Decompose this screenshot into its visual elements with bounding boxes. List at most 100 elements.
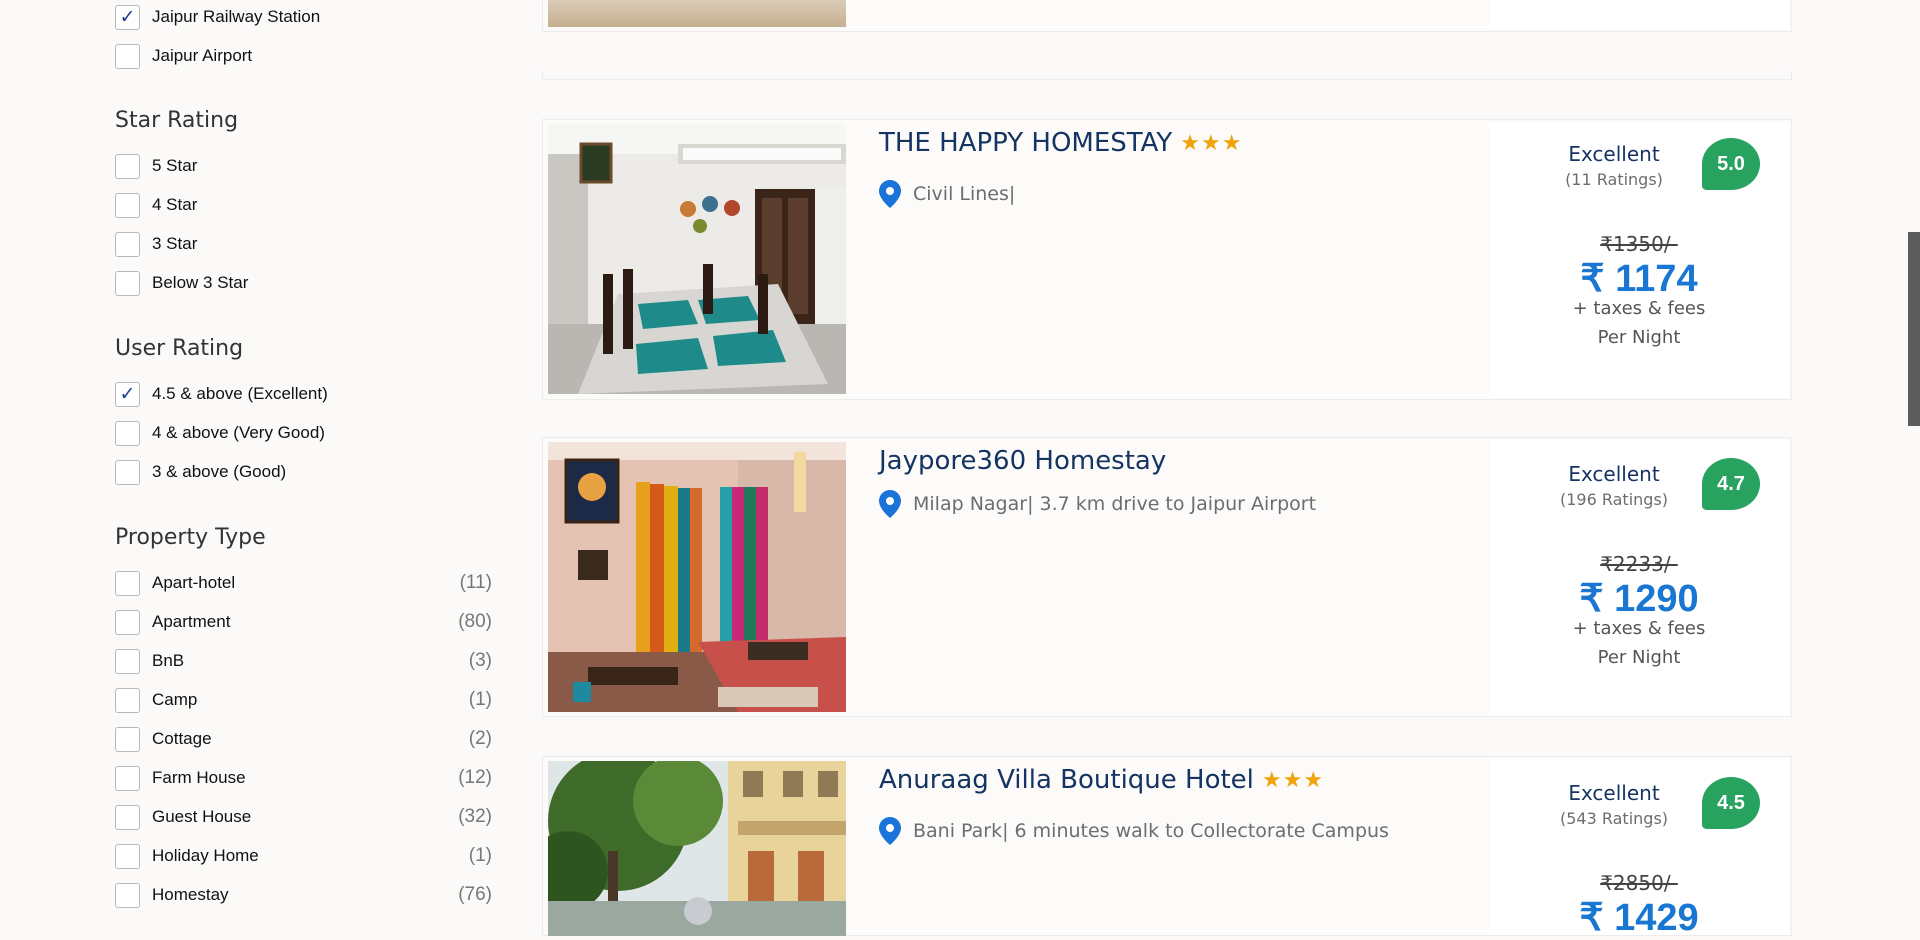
filter-label: 5 Star [152, 156, 198, 175]
filter-label: Camp [152, 690, 198, 709]
filter-count: (76) [458, 884, 492, 905]
filter-label: Guest House [152, 807, 252, 826]
checkbox[interactable] [115, 192, 140, 218]
filter-apart-hotel[interactable]: Apart-hotel (11) [115, 569, 495, 597]
location-text: Civil Lines| [913, 183, 1016, 205]
filter-rating-very-good[interactable]: 4 & above (Very Good) [115, 419, 495, 447]
per-night-note: Per Night [1597, 327, 1681, 348]
filter-holiday-home[interactable]: Holiday Home (1) [115, 842, 495, 870]
score-badge: 5.0 [1702, 138, 1760, 190]
filter-count: (1) [468, 845, 492, 866]
filter-count: (3) [468, 650, 492, 671]
user-rating-heading: User Rating [115, 336, 244, 361]
checkbox[interactable] [115, 270, 140, 296]
filter-cottage[interactable]: Cottage (2) [115, 725, 495, 753]
divider [542, 71, 1792, 80]
star-rating-heading: Star Rating [115, 108, 239, 133]
filter-5-star[interactable]: 5 Star [115, 152, 495, 180]
listing-name[interactable]: THE HAPPY HOMESTAY ★★★ [879, 128, 1242, 158]
checkbox[interactable] [115, 882, 140, 908]
score-badge: 4.5 [1702, 777, 1760, 829]
listing-photo[interactable] [548, 442, 846, 712]
filter-label: Farm House [152, 768, 246, 787]
listing-name[interactable]: Jaypore360 Homestay [879, 446, 1166, 476]
original-price: ₹2850/- [1600, 871, 1678, 895]
listing-title[interactable]: THE HAPPY HOMESTAY [879, 128, 1172, 158]
taxes-note: + taxes & fees [1572, 618, 1706, 639]
filter-count: (2) [468, 728, 492, 749]
filter-label: Holiday Home [152, 846, 259, 865]
filter-label: 4 & above (Very Good) [152, 423, 325, 442]
listing-card[interactable]: THE HAPPY HOMESTAY ★★★ Civil Lines| Exce… [542, 119, 1792, 400]
checkbox[interactable] [115, 609, 140, 635]
checkbox[interactable] [115, 153, 140, 179]
filter-4-star[interactable]: 4 Star [115, 191, 495, 219]
location-pin-icon [879, 490, 901, 518]
price-panel: Excellent (11 Ratings) 5.0 ₹1350/- ₹ 117… [1489, 122, 1789, 398]
checkbox-checked[interactable]: ✓ [115, 381, 140, 407]
listing-location: Milap Nagar| 3.7 km drive to Jaipur Airp… [879, 490, 1316, 518]
filter-label: Below 3 Star [152, 273, 249, 292]
checkbox[interactable] [115, 648, 140, 674]
filter-camp[interactable]: Camp (1) [115, 686, 495, 714]
location-text: Bani Park| 6 minutes walk to Collectorat… [913, 820, 1389, 842]
filter-3-star[interactable]: 3 Star [115, 230, 495, 258]
property-type-heading: Property Type [115, 525, 266, 550]
star-rating-icons: ★★★ [1180, 130, 1243, 156]
listing-title[interactable]: Jaypore360 Homestay [879, 446, 1166, 476]
filter-guest-house[interactable]: Guest House (32) [115, 803, 495, 831]
listing-name[interactable]: Anuraag Villa Boutique Hotel ★★★ [879, 765, 1324, 795]
discounted-price: ₹ 1429 [1579, 897, 1699, 939]
location-pin-icon [879, 180, 901, 208]
page-scrollbar-thumb[interactable] [1908, 232, 1920, 426]
filter-bnb[interactable]: BnB (3) [115, 647, 495, 675]
checkbox[interactable] [115, 765, 140, 791]
checkbox[interactable] [115, 804, 140, 830]
original-price: ₹1350/- [1600, 232, 1678, 256]
checkbox[interactable] [115, 843, 140, 869]
filter-rating-excellent[interactable]: ✓ 4.5 & above (Excellent) [115, 380, 495, 408]
price-panel [1489, 0, 1789, 29]
listing-photo[interactable] [548, 0, 846, 27]
listing-location: Civil Lines| [879, 180, 1015, 208]
checkbox[interactable] [115, 420, 140, 446]
price-panel: Excellent (543 Ratings) 4.5 ₹2850/- ₹ 14… [1489, 759, 1789, 939]
filter-count: (11) [459, 572, 492, 593]
previous-listing-card [542, 0, 1792, 32]
filter-label: 3 Star [152, 234, 198, 253]
checkbox[interactable] [115, 726, 140, 752]
checkbox[interactable] [115, 43, 140, 69]
filter-label: Jaipur Railway Station [152, 7, 321, 26]
filter-locality-railway-station[interactable]: ✓ Jaipur Railway Station [115, 3, 495, 31]
listing-photo[interactable] [548, 761, 846, 936]
filter-count: (12) [458, 767, 492, 788]
discounted-price: ₹ 1290 [1579, 578, 1699, 620]
filter-label: Apartment [152, 612, 231, 631]
checkbox[interactable] [115, 459, 140, 485]
listing-photo[interactable] [548, 124, 846, 394]
listing-title[interactable]: Anuraag Villa Boutique Hotel [879, 765, 1254, 795]
filter-label: Jaipur Airport [152, 46, 253, 65]
location-pin-icon [879, 817, 901, 845]
checkbox[interactable] [115, 231, 140, 257]
original-price: ₹2233/- [1600, 552, 1678, 576]
filter-apartment[interactable]: Apartment (80) [115, 608, 495, 636]
filter-count: (32) [458, 806, 492, 827]
per-night-note: Per Night [1597, 647, 1681, 668]
filter-label: 4.5 & above (Excellent) [152, 384, 328, 403]
star-rating-icons: ★★★ [1261, 767, 1325, 793]
discounted-price: ₹ 1174 [1580, 258, 1698, 300]
filter-farm-house[interactable]: Farm House (12) [115, 764, 495, 792]
checkbox[interactable] [115, 687, 140, 713]
price-panel: Excellent (196 Ratings) 4.7 ₹2233/- ₹ 12… [1489, 440, 1789, 716]
checkbox-checked[interactable]: ✓ [115, 4, 140, 30]
filter-label: Cottage [152, 729, 212, 748]
checkbox[interactable] [115, 570, 140, 596]
filter-rating-good[interactable]: 3 & above (Good) [115, 458, 495, 486]
filter-homestay[interactable]: Homestay (76) [115, 881, 495, 909]
filter-label: BnB [152, 651, 185, 670]
filter-below-3-star[interactable]: Below 3 Star [115, 269, 495, 297]
listing-card[interactable]: Anuraag Villa Boutique Hotel ★★★ Bani Pa… [542, 756, 1792, 939]
filter-locality-airport[interactable]: Jaipur Airport [115, 42, 495, 70]
listing-card[interactable]: Jaypore360 Homestay Milap Nagar| 3.7 km … [542, 437, 1792, 717]
